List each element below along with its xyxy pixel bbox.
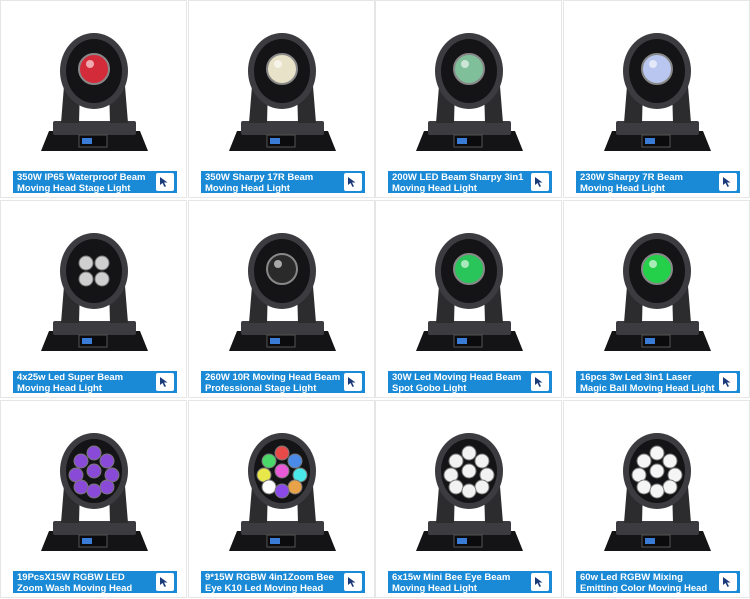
product-caption[interactable]: 230W Sharpy 7R Beam Moving Head Light (576, 171, 740, 193)
product-card[interactable]: 16pcs 3w Led 3in1 Laser Magic Ball Movin… (563, 200, 750, 398)
moving-head-light-image (229, 233, 336, 351)
moving-head-light-image (41, 233, 148, 351)
product-grid: 350W IP65 Waterproof Beam Moving Head St… (0, 0, 750, 599)
view-product-button[interactable] (344, 573, 362, 591)
pointer-arrow-icon (535, 177, 543, 187)
product-card[interactable]: 30W Led Moving Head Beam Spot Gobo Light (375, 200, 562, 398)
product-title[interactable]: 9*15W RGBW 4in1Zoom Bee Eye K10 Led Movi… (205, 572, 334, 593)
product-caption[interactable]: 6x15w Mini Bee Eye Beam Moving Head Ligh… (388, 571, 552, 593)
moving-head-light-image (229, 33, 336, 151)
pointer-arrow-icon (535, 577, 543, 587)
product-caption[interactable]: 9*15W RGBW 4in1Zoom Bee Eye K10 Led Movi… (201, 571, 365, 593)
product-caption[interactable]: 4x25w Led Super Beam Moving Head Light (13, 371, 177, 393)
view-product-button[interactable] (156, 173, 174, 191)
moving-head-light-image (416, 33, 523, 151)
moving-head-light-image (416, 233, 523, 351)
moving-head-light-image (604, 233, 711, 351)
moving-head-light-image (416, 433, 523, 551)
product-image[interactable] (1, 401, 186, 561)
product-card[interactable]: 200W LED Beam Sharpy 3in1 Moving Head Li… (375, 0, 562, 198)
product-card[interactable]: 60w Led RGBW Mixing Emitting Color Movin… (563, 400, 750, 598)
pointer-arrow-icon (723, 177, 731, 187)
product-title[interactable]: 4x25w Led Super Beam Moving Head Light (17, 372, 123, 393)
moving-head-light-image (41, 433, 148, 551)
product-title[interactable]: 6x15w Mini Bee Eye Beam Moving Head Ligh… (392, 572, 510, 593)
view-product-button[interactable] (719, 573, 737, 591)
product-image[interactable] (376, 1, 561, 161)
product-caption[interactable]: 30W Led Moving Head Beam Spot Gobo Light (388, 371, 552, 393)
pointer-arrow-icon (535, 377, 543, 387)
product-caption[interactable]: 350W Sharpy 17R Beam Moving Head Light (201, 171, 365, 193)
product-image[interactable] (376, 201, 561, 361)
product-card[interactable]: 260W 10R Moving Head Beam Professional S… (188, 200, 375, 398)
product-card[interactable]: 350W Sharpy 17R Beam Moving Head Light (188, 0, 375, 198)
product-card[interactable]: 19PcsX15W RGBW LED Zoom Wash Moving Head… (0, 400, 187, 598)
product-title[interactable]: 350W IP65 Waterproof Beam Moving Head St… (17, 172, 145, 193)
view-product-button[interactable] (531, 573, 549, 591)
product-title[interactable]: 260W 10R Moving Head Beam Professional S… (205, 372, 340, 393)
moving-head-light-image (41, 33, 148, 151)
view-product-button[interactable] (531, 173, 549, 191)
product-title[interactable]: 30W Led Moving Head Beam Spot Gobo Light (392, 372, 521, 393)
product-image[interactable] (189, 1, 374, 161)
pointer-arrow-icon (160, 377, 168, 387)
product-image[interactable] (1, 1, 186, 161)
pointer-arrow-icon (723, 577, 731, 587)
pointer-arrow-icon (160, 577, 168, 587)
view-product-button[interactable] (344, 373, 362, 391)
product-caption[interactable]: 19PcsX15W RGBW LED Zoom Wash Moving Head… (13, 571, 177, 593)
product-image[interactable] (564, 201, 749, 361)
product-title[interactable]: 19PcsX15W RGBW LED Zoom Wash Moving Head… (17, 572, 132, 593)
view-product-button[interactable] (719, 173, 737, 191)
product-caption[interactable]: 260W 10R Moving Head Beam Professional S… (201, 371, 365, 393)
moving-head-light-image (229, 433, 336, 551)
product-caption[interactable]: 16pcs 3w Led 3in1 Laser Magic Ball Movin… (576, 371, 740, 393)
moving-head-light-image (604, 33, 711, 151)
view-product-button[interactable] (719, 373, 737, 391)
view-product-button[interactable] (344, 173, 362, 191)
product-caption[interactable]: 350W IP65 Waterproof Beam Moving Head St… (13, 171, 177, 193)
view-product-button[interactable] (156, 573, 174, 591)
product-card[interactable]: 6x15w Mini Bee Eye Beam Moving Head Ligh… (375, 400, 562, 598)
product-card[interactable]: 4x25w Led Super Beam Moving Head Light (0, 200, 187, 398)
product-title[interactable]: 200W LED Beam Sharpy 3in1 Moving Head Li… (392, 172, 523, 193)
product-caption[interactable]: 200W LED Beam Sharpy 3in1 Moving Head Li… (388, 171, 552, 193)
product-title[interactable]: 16pcs 3w Led 3in1 Laser Magic Ball Movin… (580, 372, 715, 393)
product-image[interactable] (1, 201, 186, 361)
moving-head-light-image (604, 433, 711, 551)
product-image[interactable] (564, 401, 749, 561)
product-image[interactable] (564, 1, 749, 161)
pointer-arrow-icon (348, 577, 356, 587)
pointer-arrow-icon (160, 177, 168, 187)
view-product-button[interactable] (156, 373, 174, 391)
product-title[interactable]: 350W Sharpy 17R Beam Moving Head Light (205, 172, 313, 193)
pointer-arrow-icon (723, 377, 731, 387)
product-title[interactable]: 230W Sharpy 7R Beam Moving Head Light (580, 172, 683, 193)
pointer-arrow-icon (348, 177, 356, 187)
product-card[interactable]: 230W Sharpy 7R Beam Moving Head Light (563, 0, 750, 198)
product-card[interactable]: 9*15W RGBW 4in1Zoom Bee Eye K10 Led Movi… (188, 400, 375, 598)
pointer-arrow-icon (348, 377, 356, 387)
product-caption[interactable]: 60w Led RGBW Mixing Emitting Color Movin… (576, 571, 740, 593)
product-title[interactable]: 60w Led RGBW Mixing Emitting Color Movin… (580, 572, 707, 593)
product-image[interactable] (189, 201, 374, 361)
view-product-button[interactable] (531, 373, 549, 391)
product-card[interactable]: 350W IP65 Waterproof Beam Moving Head St… (0, 0, 187, 198)
product-image[interactable] (376, 401, 561, 561)
product-image[interactable] (189, 401, 374, 561)
